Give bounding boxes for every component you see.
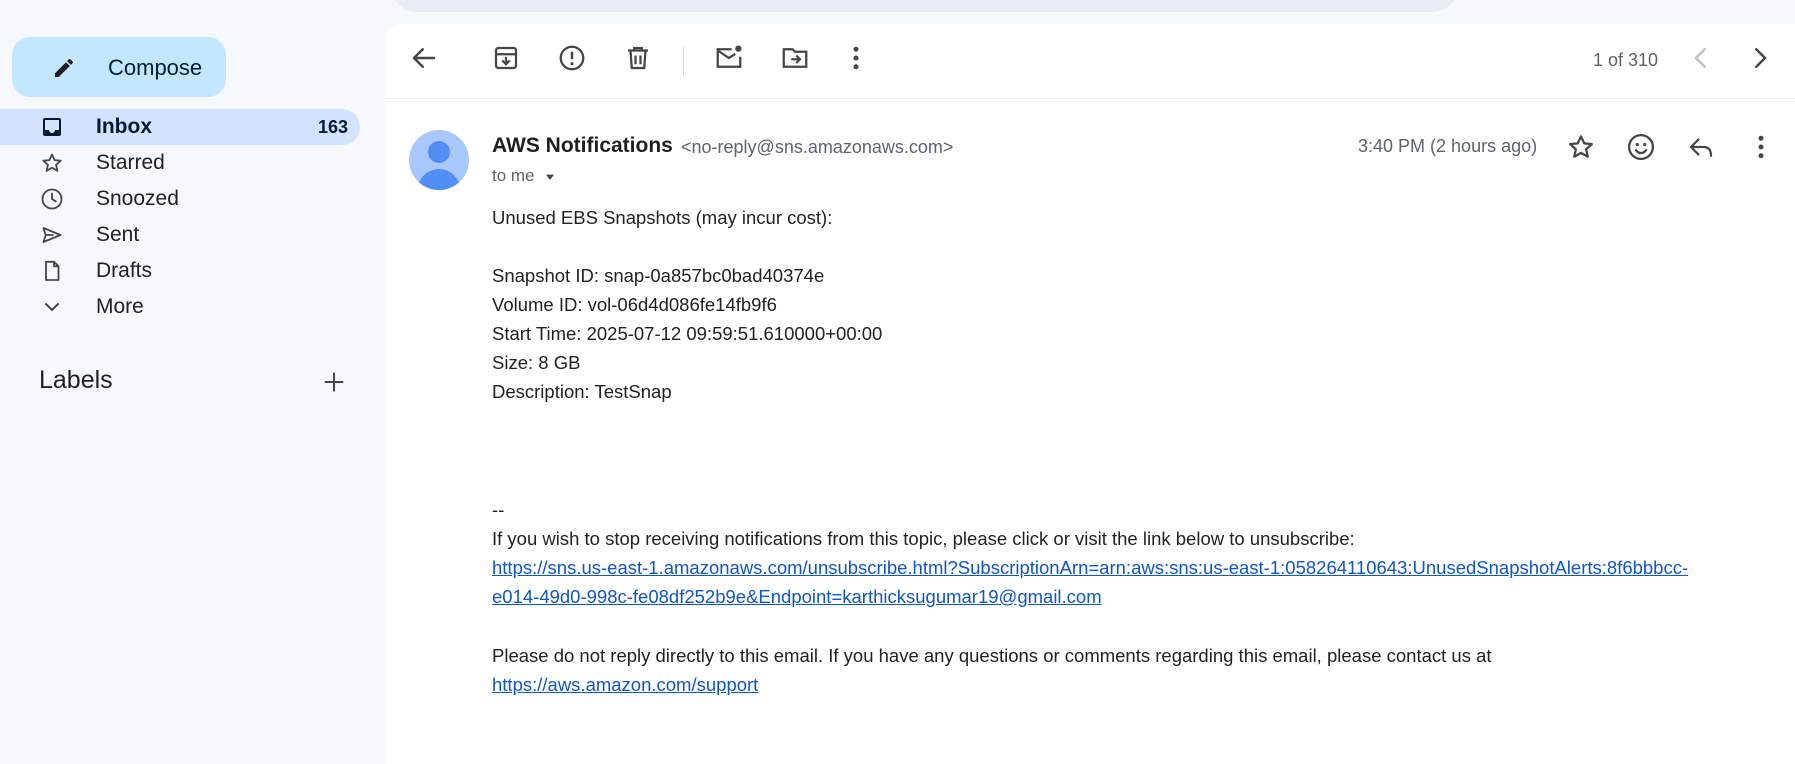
signature-separator: -- [492, 499, 505, 520]
mark-unread-icon[interactable] [714, 43, 744, 73]
size-text: Size: 8 GB [492, 352, 581, 373]
message-toolbar: 1 of 310 [385, 24, 1795, 99]
delete-icon[interactable] [623, 43, 653, 73]
unsubscribe-link-continued[interactable]: e014-49d0-998c-fe08df252b9e&Endpoint=kar… [492, 586, 1102, 608]
sender-name: AWS Notifications [492, 134, 673, 157]
sidebar-item-sent[interactable]: Sent [0, 217, 360, 253]
email-body-heading: Unused EBS Snapshots (may incur cost): [492, 207, 833, 228]
compose-label: Compose [108, 55, 203, 80]
message-view: 1 of 310 AWS Notifications <no-reply@sns… [385, 24, 1795, 764]
caret-down-icon [546, 174, 555, 180]
recipient-label: to me [492, 166, 535, 185]
unsubscribe-link[interactable]: https://sns.us-east-1.amazonaws.com/unsu… [492, 557, 1688, 579]
emoji-icon[interactable] [1626, 132, 1656, 162]
sidebar-item-label: Sent [96, 223, 140, 246]
star-icon [42, 153, 62, 172]
back-arrow-icon[interactable] [409, 43, 439, 73]
sidebar-item-label: Drafts [96, 259, 153, 282]
clock-icon [41, 188, 63, 210]
prev-icon[interactable] [1686, 43, 1716, 73]
chevron-down-icon [45, 303, 59, 312]
no-reply-text: Please do not reply directly to this ema… [492, 645, 1492, 666]
unsubscribe-text: If you wish to stop receiving notificati… [492, 528, 1355, 549]
sidebar-item-label: Inbox [96, 115, 152, 138]
volume-id-text: Volume ID: vol-06d4d086fe14fb9f6 [492, 294, 777, 315]
sidebar-item-label: More [96, 295, 144, 318]
message-timestamp: 3:40 PM (2 hours ago) [1358, 136, 1538, 156]
draft-icon [45, 260, 60, 281]
sidebar-item-inbox[interactable]: Inbox 163 [0, 109, 360, 145]
sidebar-item-label: Snoozed [96, 187, 179, 210]
toolbar-divider [683, 46, 684, 76]
search-bar[interactable] [390, 0, 1460, 12]
snapshot-id-text: Snapshot ID: snap-0a857bc0bad40374e [492, 265, 825, 286]
sidebar-item-drafts[interactable]: Drafts [0, 253, 360, 289]
inbox-icon [43, 118, 61, 136]
sidebar-item-more[interactable]: More [0, 289, 360, 325]
report-spam-icon[interactable] [557, 43, 587, 73]
pencil-icon [55, 58, 74, 77]
support-link[interactable]: https://aws.amazon.com/support [492, 674, 758, 696]
sidebar-item-snoozed[interactable]: Snoozed [0, 181, 360, 217]
more-vert-icon[interactable] [841, 43, 871, 73]
description-text: Description: TestSnap [492, 381, 672, 402]
avatar [409, 130, 469, 190]
move-to-icon[interactable] [780, 43, 810, 73]
compose-button[interactable]: Compose [12, 37, 226, 97]
next-icon[interactable] [1745, 43, 1775, 73]
send-icon [42, 227, 62, 243]
labels-heading: Labels [39, 366, 113, 394]
star-icon[interactable] [1566, 132, 1596, 162]
add-label-icon[interactable] [320, 368, 348, 396]
sidebar-item-starred[interactable]: Starred [0, 145, 360, 181]
archive-icon[interactable] [491, 43, 521, 73]
reply-icon[interactable] [1686, 132, 1716, 162]
more-vert-icon[interactable] [1746, 132, 1776, 162]
sender-email: <no-reply@sns.amazonaws.com> [681, 137, 954, 157]
start-time-text: Start Time: 2025-07-12 09:59:51.610000+0… [492, 323, 883, 344]
pagination-count: 1 of 310 [1593, 50, 1659, 70]
sidebar: Compose Inbox 163 Starred Snoozed Sent D… [0, 0, 384, 756]
inbox-count-badge: 163 [317, 117, 348, 137]
sidebar-item-label: Starred [96, 151, 165, 174]
person-icon [417, 141, 461, 190]
recipient-details[interactable]: to me [492, 166, 557, 186]
